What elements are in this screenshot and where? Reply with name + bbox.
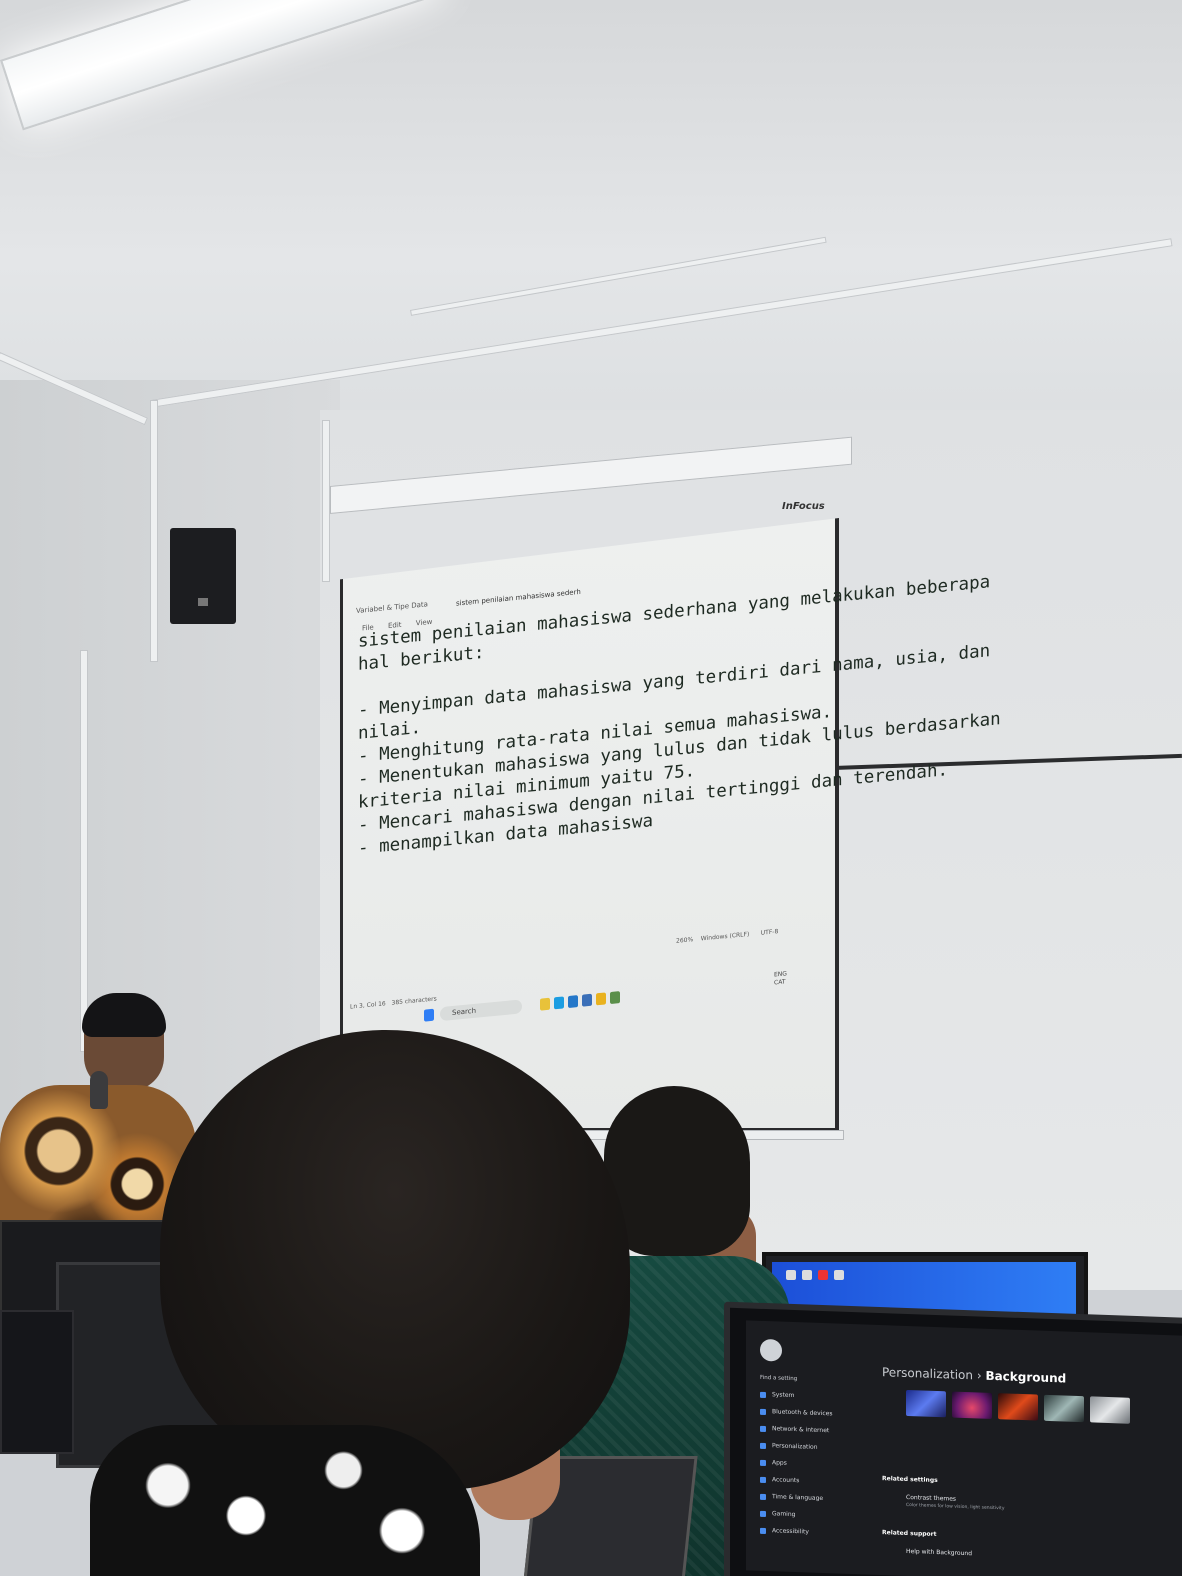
status-eol: Windows (CRLF) [700, 930, 750, 943]
notepad-tab: Variabel & Tipe Data [356, 600, 428, 616]
wall-pipe [322, 420, 330, 582]
wallpaper-thumbnail [906, 1389, 946, 1418]
speaker-logo [198, 598, 208, 606]
taskbar-search: Search [440, 999, 522, 1022]
breadcrumb-parent: Personalization [882, 1365, 973, 1383]
desktop-icon [818, 1270, 828, 1280]
nav-system: System [760, 1391, 870, 1402]
related-settings-heading: Related settings [882, 1475, 938, 1485]
windows-start-icon [424, 1008, 434, 1022]
nav-accessibility: Accessibility [760, 1527, 870, 1538]
file-explorer-icon [540, 997, 550, 1011]
settings-window: Find a setting System Bluetooth & device… [746, 1320, 1182, 1576]
nav-network: Network & internet [760, 1425, 870, 1436]
related-support-heading: Related support [882, 1529, 937, 1539]
background-thumbnails [906, 1389, 1136, 1426]
edge-browser-icon [554, 996, 564, 1010]
microphone [90, 1071, 108, 1109]
lecturer-hair [82, 993, 166, 1037]
nav-personalization: Personalization [760, 1442, 870, 1453]
breadcrumb-current: Background [985, 1368, 1067, 1386]
system-tray: ENG CAT [774, 970, 787, 987]
nav-bluetooth: Bluetooth & devices [760, 1408, 870, 1419]
nav-accounts: Accounts [760, 1476, 870, 1487]
wallpaper-thumbnail [1044, 1394, 1084, 1423]
chrome-icon [596, 992, 606, 1006]
settings-search: Find a setting [760, 1374, 798, 1383]
notepad-tab-active: sistem penilaian mahasiswa sederh [456, 587, 581, 608]
notepad-status-right: 260% Windows (CRLF) UTF-8 [676, 928, 778, 945]
contrast-themes-item: Contrast themes [906, 1493, 957, 1503]
wallpaper-thumbnail [952, 1391, 992, 1419]
contrast-themes-desc: Color themes for low vision, light sensi… [906, 1502, 1005, 1512]
settings-monitor: Find a setting System Bluetooth & device… [724, 1301, 1182, 1576]
wall-pipe [80, 650, 88, 1052]
notepad-icon [582, 993, 592, 1007]
vscode-icon [568, 995, 578, 1009]
wall-pipe [150, 400, 158, 662]
help-background-item: Help with Background [906, 1547, 973, 1558]
tray-language-sub: CAT [774, 978, 786, 987]
wall-speaker [170, 528, 236, 624]
status-zoom: 260% [676, 936, 694, 945]
classroom-photo: InFocus Variabel & Tipe Data sistem peni… [0, 0, 1182, 1576]
app-icon [610, 991, 620, 1005]
settings-breadcrumb: Personalization › Background [882, 1365, 1066, 1385]
laptop-left [0, 1310, 74, 1454]
nav-time-language: Time & language [760, 1493, 870, 1504]
desktop-icon [802, 1270, 812, 1280]
taskbar-search-label: Search [452, 1006, 477, 1017]
notepad-text: sistem penilaian mahasiswa sederhana yan… [358, 572, 1001, 860]
nav-apps: Apps [760, 1459, 870, 1470]
user-avatar [760, 1338, 782, 1362]
projected-notepad: Variabel & Tipe Data sistem penilaian ma… [346, 526, 1001, 1022]
status-encoding: UTF-8 [760, 928, 779, 937]
nav-gaming: Gaming [760, 1510, 870, 1521]
wallpaper-thumbnail [998, 1393, 1038, 1421]
settings-nav: System Bluetooth & devices Network & int… [760, 1391, 870, 1548]
screen-brand: InFocus [782, 501, 825, 512]
student-front-shirt [90, 1425, 480, 1576]
desktop-icon [834, 1270, 844, 1280]
wallpaper-thumbnail [1090, 1396, 1130, 1424]
